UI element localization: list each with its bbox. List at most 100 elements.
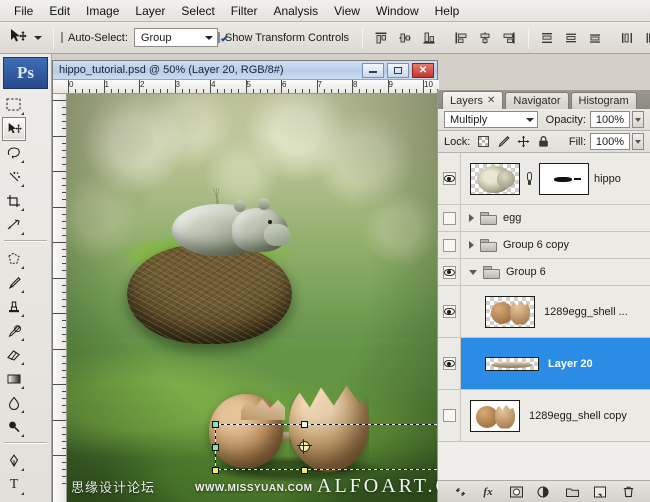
lock-position-icon[interactable] (517, 135, 530, 148)
gradient-tool-icon[interactable] (2, 367, 26, 391)
brush-tool-icon[interactable] (2, 271, 26, 295)
add-layer-mask-icon[interactable] (509, 485, 524, 499)
lock-image-pixels-icon[interactable] (497, 135, 510, 148)
horizontal-ruler[interactable]: 012345678910 (53, 80, 439, 94)
align-horizontal-centers-button[interactable] (474, 27, 495, 48)
table-row[interactable]: hippo (438, 153, 650, 205)
patch-tool-icon[interactable] (2, 247, 26, 271)
menu-item-view[interactable]: View (326, 1, 368, 21)
table-row[interactable]: 1289egg_shell copy (438, 390, 650, 442)
opacity-slider-button[interactable] (632, 111, 644, 128)
table-row[interactable]: Group 6 copy (438, 232, 650, 259)
tool-preset-chevron-down-icon[interactable] (34, 36, 42, 40)
new-group-icon[interactable] (565, 485, 580, 499)
minimize-button[interactable] (362, 63, 384, 78)
distribute-vertical-centers-button[interactable] (560, 27, 581, 48)
transform-pivot-point[interactable] (299, 441, 310, 452)
eraser-tool-icon[interactable] (2, 343, 26, 367)
align-vertical-centers-button[interactable] (394, 27, 415, 48)
table-row[interactable]: egg (438, 205, 650, 232)
layer-mask-thumbnail[interactable] (539, 163, 589, 195)
table-row[interactable]: 1289egg_shell ... (438, 286, 650, 338)
bbox-handle-middle-left[interactable] (212, 444, 219, 451)
document-title-bar[interactable]: hippo_tutorial.psd @ 50% (Layer 20, RGB/… (53, 61, 437, 80)
align-bottom-edges-button[interactable] (418, 27, 439, 48)
menu-item-help[interactable]: Help (427, 1, 468, 21)
path-selection-tool-icon[interactable] (2, 497, 26, 502)
distribute-bottom-edges-button[interactable] (584, 27, 605, 48)
delete-layer-icon[interactable] (621, 485, 636, 499)
bbox-handle-bottom-left[interactable] (212, 467, 219, 474)
chevron-down-icon[interactable] (469, 270, 477, 275)
align-left-edges-button[interactable] (450, 27, 471, 48)
layer-visibility-toggle[interactable] (438, 153, 461, 204)
lasso-tool-icon[interactable] (2, 141, 26, 165)
table-row[interactable]: Layer 20 (438, 338, 650, 390)
menu-item-image[interactable]: Image (78, 1, 127, 21)
fill-slider-button[interactable] (632, 133, 644, 150)
chevron-right-icon[interactable] (469, 214, 474, 222)
blur-tool-icon[interactable] (2, 391, 26, 415)
type-tool-icon[interactable]: T (2, 473, 26, 497)
tab-navigator[interactable]: Navigator (505, 92, 568, 109)
menu-item-window[interactable]: Window (368, 1, 427, 21)
distribute-top-edges-button[interactable] (536, 27, 557, 48)
menu-item-select[interactable]: Select (173, 1, 222, 21)
close-icon[interactable]: ✕ (487, 95, 495, 106)
chevron-right-icon[interactable] (469, 241, 474, 249)
auto-select-dropdown[interactable]: Group (134, 28, 218, 47)
layer-visibility-toggle[interactable] (438, 390, 461, 441)
bbox-handle-bottom-center[interactable] (301, 467, 308, 474)
layer-list[interactable]: hippo egg (438, 153, 650, 480)
dodge-tool-icon[interactable] (2, 415, 26, 439)
tab-histogram[interactable]: Histogram (571, 92, 637, 109)
menu-item-edit[interactable]: Edit (41, 1, 78, 21)
distribute-horizontal-centers-button[interactable] (640, 27, 650, 48)
link-layers-icon[interactable] (453, 485, 468, 499)
layer-visibility-toggle[interactable] (438, 205, 461, 231)
canvas[interactable]: 思缘设计论坛 WWW.MISSYUAN.COM ALFOART.COM (67, 94, 438, 502)
close-button[interactable]: ✕ (412, 63, 434, 78)
align-right-edges-button[interactable] (498, 27, 519, 48)
layer-thumbnail[interactable] (470, 163, 520, 195)
auto-select-checkbox[interactable] (61, 32, 63, 43)
layer-thumbnail[interactable] (485, 296, 535, 328)
layer-visibility-toggle[interactable] (438, 232, 461, 258)
layer-visibility-toggle[interactable] (438, 259, 461, 285)
layer-visibility-toggle[interactable] (438, 286, 461, 337)
layer-thumbnail[interactable] (485, 357, 539, 371)
show-transform-controls-checkbox[interactable] (218, 32, 220, 43)
mask-link-icon[interactable] (525, 172, 534, 185)
slice-tool-icon[interactable] (2, 213, 26, 237)
layer-visibility-toggle[interactable] (438, 338, 461, 389)
new-layer-icon[interactable] (593, 485, 608, 499)
layer-thumbnail[interactable] (470, 400, 520, 432)
vertical-ruler[interactable] (53, 94, 67, 502)
lock-all-icon[interactable] (537, 135, 550, 148)
magic-wand-tool-icon[interactable] (2, 165, 26, 189)
blend-mode-dropdown[interactable]: Multiply (444, 111, 538, 128)
active-tool-preset[interactable] (0, 28, 46, 48)
marquee-tool-icon[interactable] (2, 93, 26, 117)
bbox-handle-top-center[interactable] (301, 421, 308, 428)
distribute-left-edges-button[interactable] (616, 27, 637, 48)
tab-layers[interactable]: Layers ✕ (442, 91, 503, 109)
clone-stamp-tool-icon[interactable] (2, 295, 26, 319)
menu-item-layer[interactable]: Layer (127, 1, 173, 21)
crop-tool-icon[interactable] (2, 189, 26, 213)
restore-button[interactable] (387, 63, 409, 78)
fill-input[interactable]: 100% (590, 133, 630, 150)
menu-item-file[interactable]: File (6, 1, 41, 21)
bbox-handle-top-left[interactable] (212, 421, 219, 428)
align-top-edges-button[interactable] (370, 27, 391, 48)
pen-tool-icon[interactable] (2, 449, 26, 473)
history-brush-tool-icon[interactable] (2, 319, 26, 343)
transform-bounding-box[interactable] (215, 424, 438, 470)
new-adjustment-layer-icon[interactable] (537, 485, 552, 499)
menu-item-filter[interactable]: Filter (223, 1, 266, 21)
layer-style-fx-icon[interactable]: fx (481, 485, 496, 499)
table-row[interactable]: Group 6 (438, 259, 650, 286)
menu-item-analysis[interactable]: Analysis (265, 1, 326, 21)
lock-transparent-pixels-icon[interactable] (477, 135, 490, 148)
opacity-input[interactable]: 100% (590, 111, 630, 128)
